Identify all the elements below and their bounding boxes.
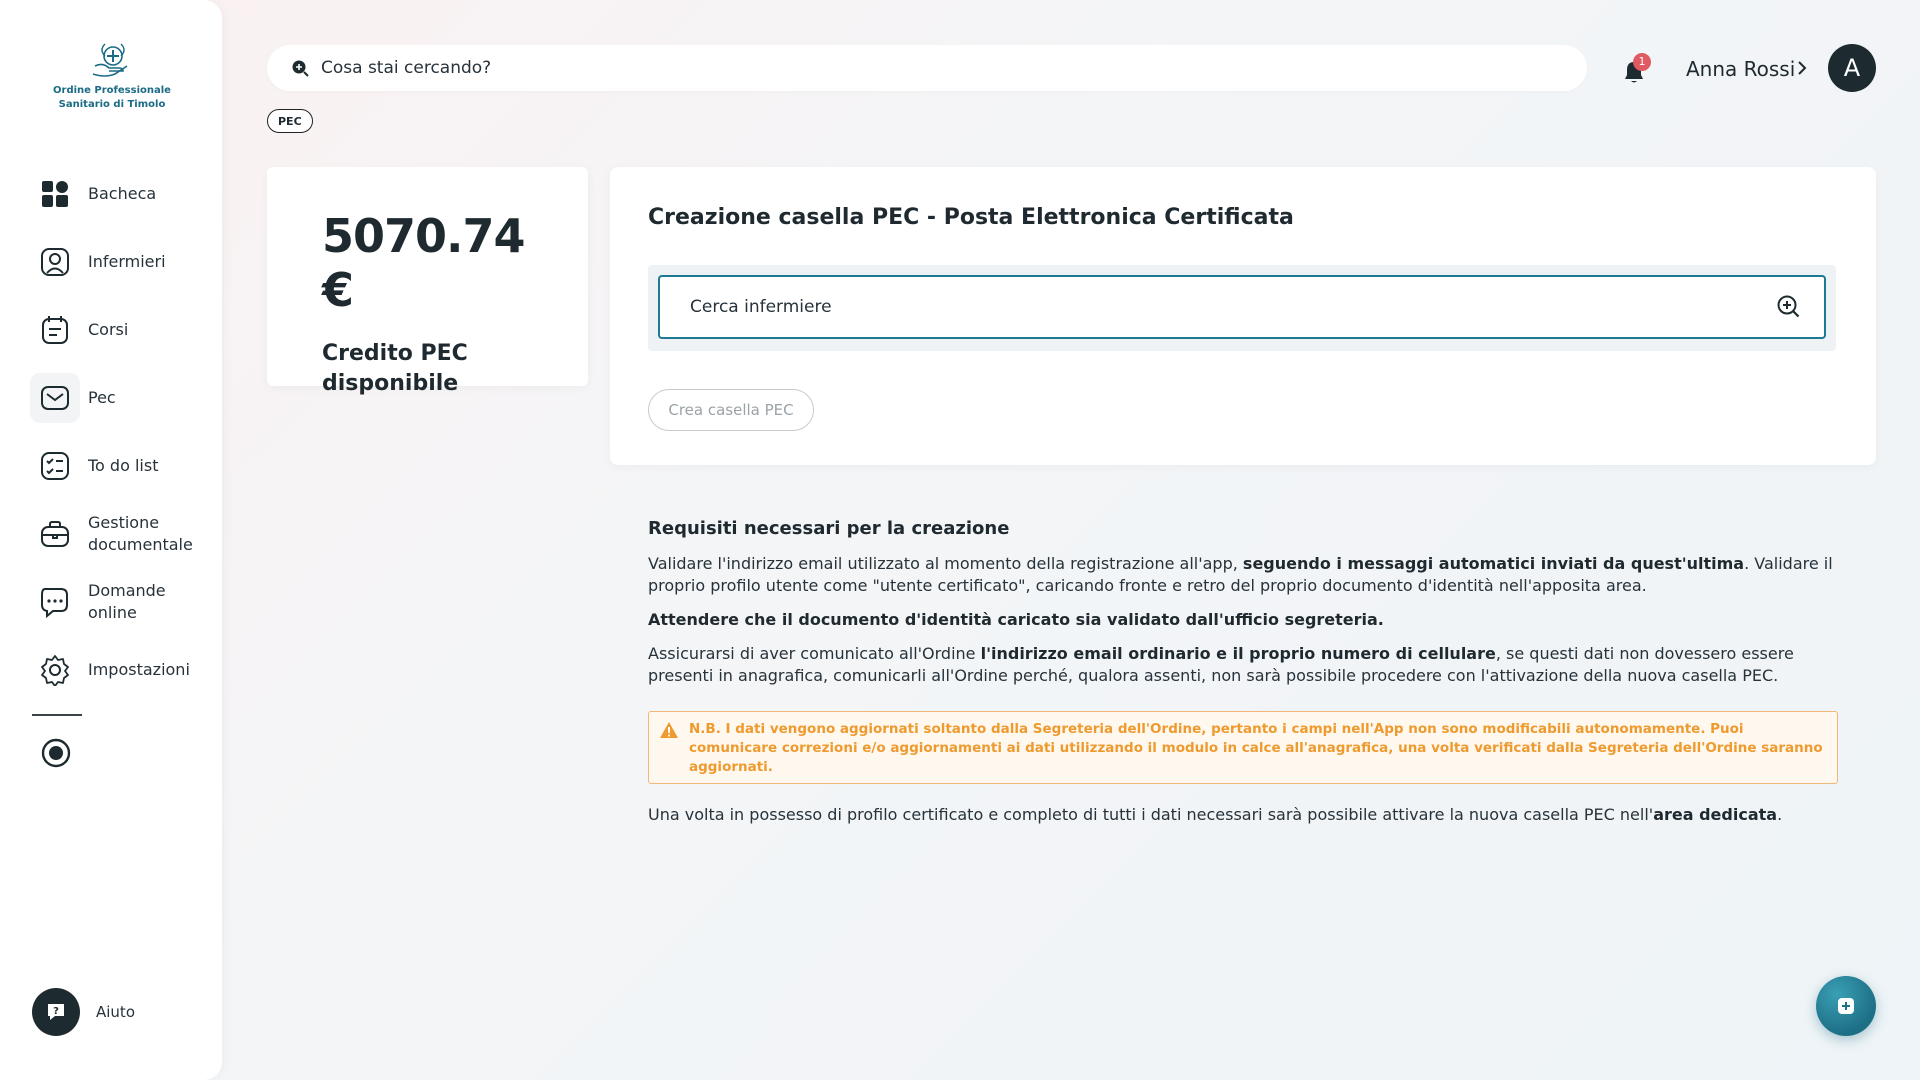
sidebar-item-gestione-documentale[interactable]: Gestione documentale [30,500,210,568]
logo-line1: Ordine Professionale [53,85,171,96]
search-icon [292,60,309,77]
create-pec-button[interactable]: Crea casella PEC [648,389,814,431]
pec-creation-card: Creazione casella PEC - Posta Elettronic… [610,167,1876,465]
requirement-3: Assicurarsi di aver comunicato all'Ordin… [648,643,1838,687]
sidebar-item-label: Infermieri [88,252,166,271]
sidebar-divider [32,714,82,716]
chat-question-icon [30,577,80,627]
requirement-1-bold: seguendo i messaggi automatici inviati d… [1242,554,1745,573]
requirement-1-text: Validare l'indirizzo email utilizzato al… [648,554,1243,573]
sidebar-item-domande-online[interactable]: Domande online [30,568,210,636]
logo-line2: Sanitario di Timolo [58,99,166,110]
briefcase-icon [30,509,80,559]
sidebar-item-label: Corsi [88,320,129,339]
warning-text: N.B. I dati vengono aggiornati soltanto … [689,721,1823,775]
requirement-4-text-end: . [1777,805,1783,824]
sidebar-item-label: Impostazioni [88,660,190,679]
help-chat-icon: ? [48,1004,64,1020]
sidebar-item-impostazioni[interactable]: Impostazioni [30,636,210,704]
sidebar-item-label: Bacheca [88,184,157,203]
sidebar-item-label: Gestione documentale [88,513,193,554]
notification-badge: 1 [1633,53,1651,71]
credit-card: 5070.74 € Credito PEC disponibile [267,167,588,396]
requirement-4-text: Una volta in possesso di profilo certifi… [648,805,1654,824]
caduceus-hands-icon [92,43,128,77]
theme-toggle[interactable] [40,737,72,773]
gear-icon [30,645,80,695]
requirement-2-bold: Attendere che il documento d'identità ca… [648,610,1384,629]
nurse-search-wrapper [648,265,1836,351]
user-name[interactable]: Anna Rossi [1686,57,1795,81]
search-input[interactable]: Cosa stai cercando? [321,58,491,78]
help-label: Aiuto [96,1003,135,1021]
global-search[interactable]: Cosa stai cercando? [267,45,1587,91]
requirement-3-bold: l'indirizzo email ordinario e il proprio… [980,644,1496,663]
avatar[interactable]: A [1828,44,1876,92]
add-button[interactable] [1816,976,1876,1036]
logo[interactable]: Ordine Professionale Sanitario di Timolo [42,40,182,112]
requirement-2: Attendere che il documento d'identità ca… [648,609,1838,631]
sidebar-item-pec[interactable]: Pec [30,364,210,432]
breadcrumb-chip: PEC [267,109,313,133]
requirement-4: Una volta in possesso di profilo certifi… [648,804,1838,826]
credit-amount: 5070.74 € [322,209,526,317]
help[interactable]: ? Aiuto [32,988,135,1036]
sidebar-item-bacheca[interactable]: Bacheca [30,160,210,228]
sidebar-item-todo[interactable]: To do list [30,432,210,500]
sidebar-item-infermieri[interactable]: Infermieri [30,228,210,296]
sidebar-item-label: To do list [88,456,159,475]
nurse-search-input[interactable] [658,275,1826,339]
requirement-1: Validare l'indirizzo email utilizzato al… [648,553,1838,597]
sidebar-nav: Bacheca Infermieri Corsi Pec To do list … [30,160,210,716]
mail-icon [30,373,80,423]
sidebar: Ordine Professionale Sanitario di Timolo… [0,0,222,1080]
sidebar-item-corsi[interactable]: Corsi [30,296,210,364]
zoom-in-icon[interactable] [1776,294,1802,320]
warning-icon [660,722,678,738]
page-title: Creazione casella PEC - Posta Elettronic… [648,205,1294,230]
dashboard-icon [30,169,80,219]
courses-icon [30,305,80,355]
requirements-section: Requisiti necessari per la creazione Val… [648,518,1838,838]
svg-text:?: ? [53,1006,59,1017]
requirement-3-text: Assicurarsi di aver comunicato all'Ordin… [648,644,981,663]
user-icon [30,237,80,287]
checklist-icon [30,441,80,491]
credit-label: Credito PEC disponibile [322,341,468,396]
dedicated-area-link[interactable]: area dedicata [1653,805,1777,824]
requirements-title: Requisiti necessari per la creazione [648,518,1010,539]
help-button[interactable]: ? [32,988,80,1036]
plus-icon [1838,998,1854,1014]
sidebar-item-label: Domande online [88,581,166,622]
toggle-icon [41,738,71,768]
warning-notice: N.B. I dati vengono aggiornati soltanto … [648,711,1838,784]
sidebar-item-label: Pec [88,388,116,407]
chevron-right-icon[interactable] [1795,58,1809,78]
